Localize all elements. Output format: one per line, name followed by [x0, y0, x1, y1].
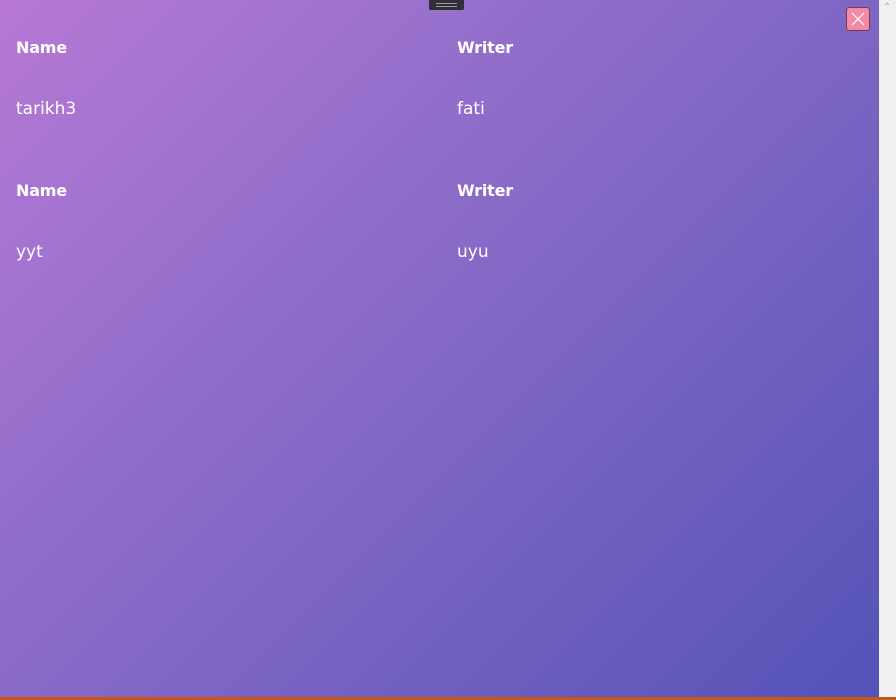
writer-value: fati — [457, 99, 485, 119]
vertical-scrollbar[interactable]: ⌃ — [879, 0, 896, 700]
name-value: tarikh3 — [16, 99, 77, 119]
records-window: Name Writer tarikh3 fati Name Writer yyt… — [0, 0, 879, 697]
writer-label: Writer — [457, 38, 513, 57]
name-value: yyt — [16, 242, 43, 262]
name-label: Name — [16, 38, 67, 57]
writer-label: Writer — [457, 181, 513, 200]
writer-value: uyu — [457, 242, 489, 262]
record-item: Name Writer yyt uyu — [0, 143, 879, 263]
record-item: Name Writer tarikh3 fati — [0, 0, 879, 120]
name-label: Name — [16, 181, 67, 200]
chevron-up-icon[interactable]: ⌃ — [883, 3, 891, 13]
